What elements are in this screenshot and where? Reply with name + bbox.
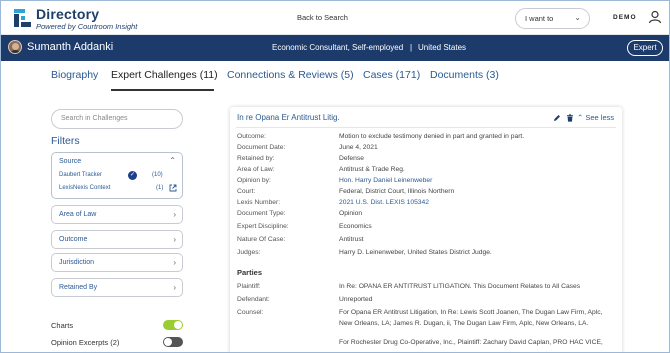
chevron-down-icon: ⌄	[574, 13, 581, 22]
case-title-link[interactable]: In re Opana Er Antitrust Litig.	[237, 113, 340, 122]
field-value-judges: Harry D. Leinenweber, United States Dist…	[339, 249, 492, 256]
charts-toggle[interactable]	[163, 320, 183, 330]
demo-label: DEMO	[613, 14, 637, 21]
field-label: Document Date:	[237, 144, 286, 151]
source-item-daubert[interactable]: Daubert Tracker	[59, 172, 102, 178]
opinion-excerpts-toggle-label: Opinion Excerpts (2)	[51, 338, 120, 347]
brand-subtitle: Powered by Courtroom Insight	[36, 22, 138, 31]
field-value-opinion-by[interactable]: Hon. Harry Daniel Leinenweber	[339, 177, 432, 184]
counsel-line: For Rochester Drug Co-Operative, Inc., P…	[339, 339, 603, 346]
see-less-label: See less	[585, 113, 615, 122]
field-label: Retained by:	[237, 155, 275, 162]
opinion-excerpts-toggle[interactable]	[163, 337, 183, 347]
tab-expert-challenges[interactable]: Expert Challenges (11)	[111, 69, 218, 81]
chevron-up-icon[interactable]: ⌃	[169, 156, 176, 165]
field-value-nature-of-case: Antitrust	[339, 236, 364, 243]
profile-tabs: Biography Expert Challenges (11) Connect…	[1, 61, 669, 91]
user-icon[interactable]	[648, 10, 662, 24]
field-value-area-of-law: Antitrust & Trade Reg.	[339, 166, 405, 173]
case-card: In re Opana Er Antitrust Litig. ⌃ See le…	[230, 107, 622, 352]
charts-toggle-label: Charts	[51, 321, 74, 330]
field-value-outcome: Motion to exclude testimony denied in pa…	[339, 133, 525, 140]
source-count-daubert: (10)	[152, 172, 163, 178]
trash-icon[interactable]	[566, 114, 574, 122]
field-label: Court:	[237, 188, 256, 195]
retained-by-label: Retained By	[59, 284, 98, 291]
challenges-search-input[interactable]: Search in Challenges	[51, 109, 183, 129]
field-value-expert-discipline: Economics	[339, 223, 372, 230]
retained-by-filter[interactable]: Retained By ›	[51, 278, 183, 297]
party-label: Counsel:	[237, 309, 264, 316]
chevron-right-icon: ›	[173, 235, 176, 244]
back-to-search-link[interactable]: Back to Search	[297, 13, 348, 22]
profile-role: Economic Consultant, Self-employed	[272, 43, 404, 52]
chevron-right-icon: ›	[173, 210, 176, 219]
top-bar: Directory Powered by Courtroom Insight B…	[1, 1, 669, 35]
field-label: Nature Of Case:	[237, 236, 286, 243]
external-link-icon[interactable]	[169, 184, 177, 192]
i-want-to-label: I want to	[525, 14, 554, 23]
jurisdiction-filter[interactable]: Jurisdiction ›	[51, 253, 183, 272]
card-actions: ⌃ See less	[553, 112, 618, 124]
counsel-line: For Opana ER Antitrust Litigation, In Re…	[339, 309, 603, 316]
jurisdiction-label: Jurisdiction	[59, 259, 95, 266]
checkmark-icon[interactable]: ✓	[128, 171, 137, 180]
tab-connections-reviews[interactable]: Connections & Reviews (5)	[227, 69, 354, 81]
field-label: Judges:	[237, 249, 261, 256]
tab-biography[interactable]: Biography	[51, 69, 98, 81]
profile-separator: |	[410, 43, 413, 52]
field-label: Document Type:	[237, 210, 286, 217]
party-value-plaintiff: In Re: OPANA ER ANTITRUST LITIGATION. Th…	[339, 283, 581, 290]
active-tab-underline	[111, 89, 214, 91]
party-label: Defendant:	[237, 296, 270, 303]
field-label: Outcome:	[237, 133, 266, 140]
profile-location: United States	[418, 43, 467, 52]
source-filter[interactable]: Source ⌃ Daubert Tracker ✓ (10) LexisNex…	[51, 152, 183, 199]
field-label: Opinion by:	[237, 177, 271, 184]
source-filter-label: Source	[59, 158, 82, 165]
field-value-court: Federal, District Court, Illinois Northe…	[339, 188, 455, 195]
profile-bar: Sumanth Addanki Economic Consultant, Sel…	[1, 35, 669, 61]
field-label: Expert Discipline:	[237, 223, 289, 230]
see-less-link[interactable]: ⌃ See less	[577, 113, 614, 122]
chevron-right-icon: ›	[173, 283, 176, 292]
avatar	[8, 40, 22, 54]
edit-icon[interactable]	[553, 114, 561, 122]
i-want-to-select[interactable]: I want to ⌄	[515, 8, 590, 29]
field-label: Lexis Number:	[237, 199, 281, 206]
area-of-law-filter[interactable]: Area of Law ›	[51, 205, 183, 224]
parties-title: Parties	[237, 268, 263, 277]
brand-title: Directory	[36, 6, 100, 22]
field-value-lexis-number[interactable]: 2021 U.S. Dist. LEXIS 105342	[339, 199, 429, 206]
courtroom-insight-logo[interactable]	[13, 8, 33, 28]
tab-cases[interactable]: Cases (171)	[363, 69, 420, 81]
tab-documents[interactable]: Documents (3)	[430, 69, 499, 81]
field-value-document-type: Opinion	[339, 210, 363, 217]
counsel-line: New Orleans, LA; James R. Dugan, ii, The…	[339, 320, 589, 327]
filters-title: Filters	[51, 135, 80, 147]
field-value-document-date: June 4, 2021	[339, 144, 378, 151]
source-count-lexisnexis: (1)	[156, 185, 164, 191]
chevron-right-icon: ›	[173, 258, 176, 267]
expert-button[interactable]: Expert	[627, 40, 663, 56]
outcome-label: Outcome	[59, 236, 88, 243]
card-divider	[236, 127, 616, 128]
party-value-defendant: Unreported	[339, 296, 373, 303]
source-item-lexisnexis[interactable]: LexisNexis Context	[59, 185, 110, 191]
outcome-filter[interactable]: Outcome ›	[51, 230, 183, 249]
app-window: Directory Powered by Courtroom Insight B…	[0, 0, 670, 353]
field-label: Area of Law:	[237, 166, 275, 173]
profile-name: Sumanth Addanki	[27, 41, 114, 53]
area-of-law-label: Area of Law	[59, 211, 97, 218]
party-label: Plaintiff:	[237, 283, 261, 290]
field-value-retained-by: Defense	[339, 155, 364, 162]
